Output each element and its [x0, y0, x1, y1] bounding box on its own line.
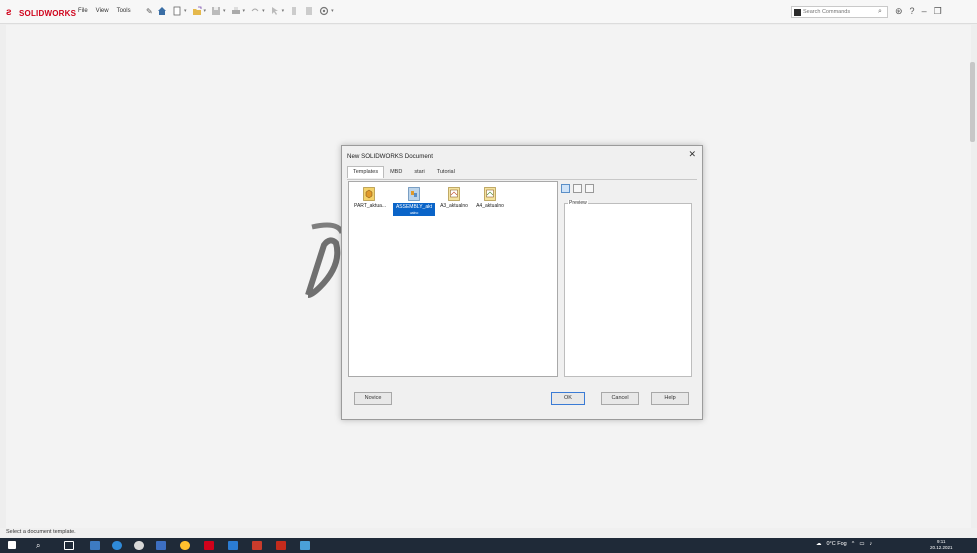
network-icon[interactable]: ▭: [859, 541, 864, 547]
search-icon[interactable]: ⌕: [878, 8, 882, 16]
assembly-template-icon: [408, 187, 420, 201]
drawing-template-icon: [484, 187, 496, 201]
new-document-dialog: New SOLIDWORKS Document ✕ Templates MBD …: [341, 145, 703, 420]
tab-stari[interactable]: stari: [408, 166, 430, 178]
list-view-icon[interactable]: [573, 184, 582, 193]
details-view-icon[interactable]: [585, 184, 594, 193]
windows-taskbar: ⌕ ☁ 0°C Fog ^ ▭ ♪ 9:11 20.12.2021: [0, 538, 977, 553]
part-template-icon: [363, 187, 375, 201]
dialog-tabs: Templates MBD stari Tutorial: [347, 166, 461, 178]
chevron-down-icon[interactable]: ▾: [331, 8, 334, 14]
drawing-template-icon: [448, 187, 460, 201]
minimize-icon[interactable]: –: [922, 6, 927, 16]
vertical-scrollbar[interactable]: [970, 62, 975, 142]
chevron-down-icon[interactable]: ▾: [184, 8, 187, 14]
undo-icon[interactable]: [250, 6, 260, 16]
ok-button[interactable]: OK: [551, 392, 585, 405]
template-label: A4_aktualno: [476, 203, 504, 209]
chevron-down-icon[interactable]: ▾: [243, 8, 246, 14]
outlook-icon[interactable]: [228, 541, 238, 550]
dialog-title: New SOLIDWORKS Document: [347, 153, 433, 160]
template-label: ASSEMBLY_akt: [393, 203, 435, 211]
select-icon[interactable]: [270, 6, 280, 16]
app-taskbar-icon[interactable]: [300, 541, 310, 550]
large-icons-view-icon[interactable]: [561, 184, 570, 193]
menu-file[interactable]: File: [78, 8, 88, 14]
clock-date: 20.12.2021: [930, 545, 953, 550]
help-icon[interactable]: ?: [910, 6, 915, 16]
preview-label: Preview: [568, 200, 588, 206]
chevron-down-icon[interactable]: ▾: [223, 8, 226, 14]
edge-browser-icon[interactable]: [112, 541, 122, 550]
print-icon[interactable]: [231, 6, 241, 16]
template-item-assembly[interactable]: ASSEMBLY_akt ualno: [393, 187, 435, 216]
logo-text: SOLIDWORKS: [19, 8, 77, 18]
new-document-icon[interactable]: [172, 6, 182, 16]
save-icon[interactable]: [211, 6, 221, 16]
options-gear-icon[interactable]: [319, 6, 329, 16]
restore-icon[interactable]: ❐: [934, 6, 942, 16]
cancel-button[interactable]: Cancel: [601, 392, 639, 405]
search-input[interactable]: [803, 7, 873, 17]
menu-bar: File View Tools: [78, 8, 131, 14]
weather-icon[interactable]: ☁: [816, 541, 822, 547]
weather-text[interactable]: 0°C Fog: [827, 541, 847, 547]
clock[interactable]: 9:11 20.12.2021: [930, 539, 953, 551]
ds-logo-icon: ƨ: [6, 7, 12, 18]
help-button[interactable]: Help: [651, 392, 689, 405]
title-toolbar: ƨ SOLIDWORKS File View Tools ✎ ▾ ▾ ▾ ▾ ▾…: [0, 0, 977, 24]
close-icon[interactable]: ✕: [688, 149, 696, 160]
status-bar: Select a document template.: [0, 528, 977, 538]
template-item-a4[interactable]: A4_aktualno: [475, 187, 505, 209]
search-commands-icon: [794, 9, 801, 16]
template-item-part[interactable]: PART_aktua...: [354, 187, 387, 209]
template-item-a3[interactable]: A3_aktualno: [439, 187, 469, 209]
status-text: Select a document template.: [6, 529, 76, 535]
search-commands[interactable]: ⌕: [791, 6, 888, 18]
acrobat-icon[interactable]: [204, 541, 214, 550]
file-properties-icon[interactable]: [304, 6, 314, 16]
chevron-up-icon[interactable]: ^: [852, 541, 855, 547]
solidworks-window: ƨ SOLIDWORKS File View Tools ✎ ▾ ▾ ▾ ▾ ▾…: [0, 0, 977, 553]
template-label-continued: ualno: [393, 211, 435, 216]
menu-view[interactable]: View: [96, 8, 109, 14]
tab-divider: [347, 179, 697, 180]
task-view-icon[interactable]: [64, 541, 74, 550]
view-mode-toggle: [561, 184, 594, 193]
chevron-down-icon[interactable]: ▾: [262, 8, 265, 14]
solidworks-logo[interactable]: ƨ SOLIDWORKS: [6, 7, 76, 19]
template-label: A3_aktualno: [440, 203, 468, 209]
system-tray: ☁ 0°C Fog ^ ▭ ♪: [816, 541, 872, 547]
volume-icon[interactable]: ♪: [870, 541, 873, 547]
tab-mbd[interactable]: MBD: [384, 166, 408, 178]
calculator-icon[interactable]: [90, 541, 100, 550]
autocad-icon[interactable]: [276, 541, 286, 550]
user-account-icon[interactable]: ⊛: [895, 6, 903, 16]
chrome-icon[interactable]: [180, 541, 190, 550]
window-controls: ⊛ ? – ❐: [895, 6, 942, 16]
search-icon[interactable]: ⌕: [36, 541, 46, 550]
template-label: PART_aktua...: [354, 203, 387, 209]
preview-panel: [564, 203, 692, 377]
rebuild-icon[interactable]: [289, 6, 299, 16]
open-icon[interactable]: [192, 6, 202, 16]
pin-icon[interactable]: ✎: [146, 7, 153, 16]
quick-access-toolbar: ▾ ▾ ▾ ▾ ▾ ▾ ▾: [157, 6, 334, 16]
chrome-browser-icon[interactable]: [134, 541, 144, 550]
chevron-down-icon[interactable]: ▾: [204, 8, 207, 14]
chevron-down-icon[interactable]: ▾: [282, 8, 285, 14]
solidworks-taskbar-icon[interactable]: [252, 541, 262, 550]
tab-tutorial[interactable]: Tutorial: [431, 166, 461, 178]
novice-button[interactable]: Novice: [354, 392, 392, 405]
file-explorer-icon[interactable]: [156, 541, 166, 550]
tab-templates[interactable]: Templates: [347, 166, 385, 178]
template-list[interactable]: PART_aktua... ASSEMBLY_akt ualno A3_aktu…: [348, 181, 558, 377]
windows-start-icon[interactable]: [8, 541, 16, 549]
menu-tools[interactable]: Tools: [117, 8, 131, 14]
home-icon[interactable]: [157, 6, 167, 16]
